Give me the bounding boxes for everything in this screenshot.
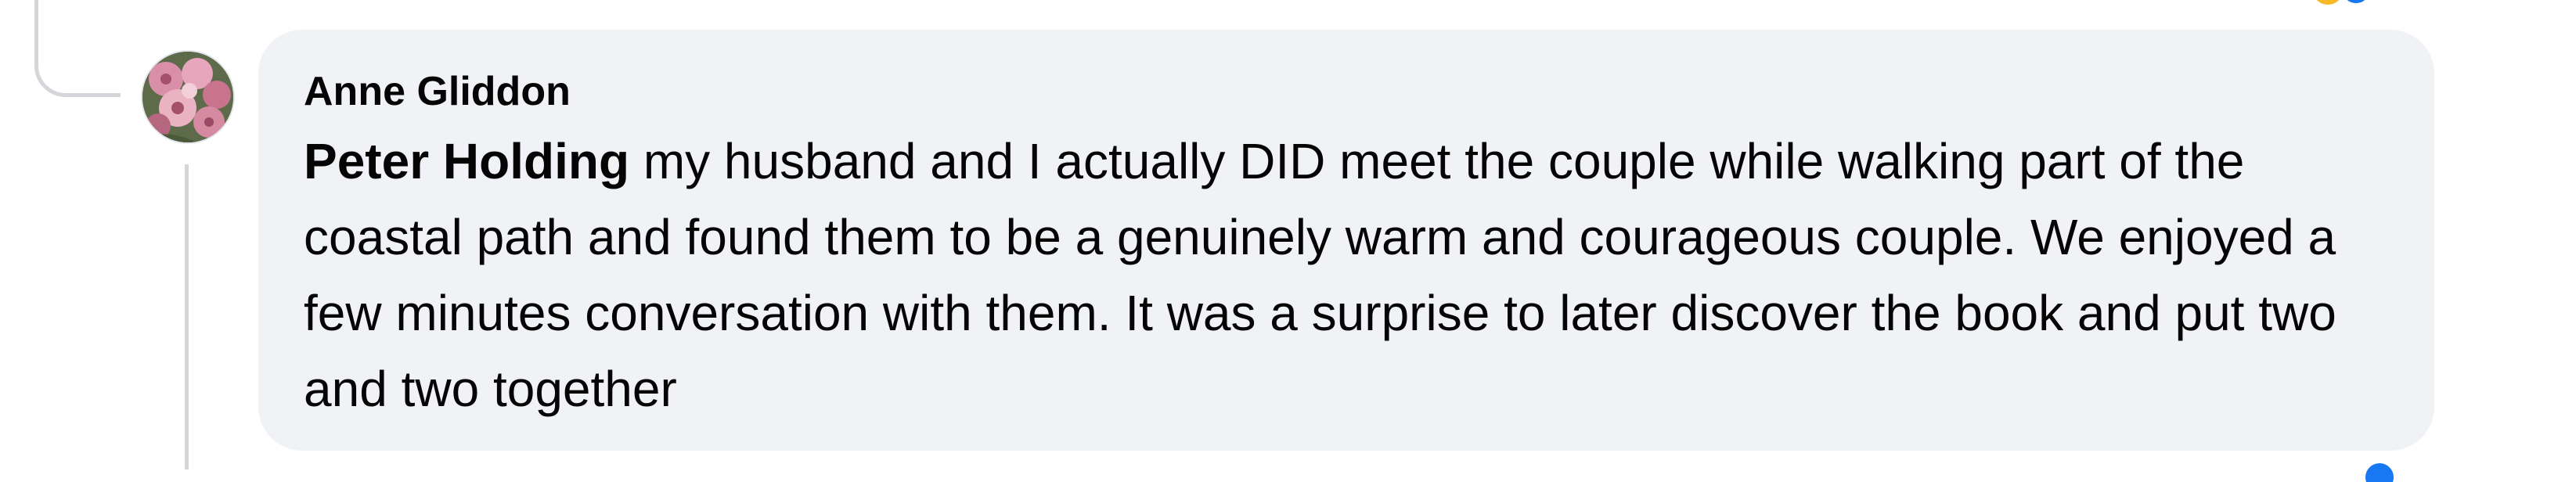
comment-bubble: Anne Gliddon Peter Holding my husband an…	[258, 30, 2434, 451]
comment-text: Peter Holding my husband and I actually …	[304, 124, 2394, 427]
mention-tag[interactable]: Peter Holding	[304, 133, 629, 189]
haha-reaction-icon	[2316, 0, 2340, 5]
comment-author[interactable]: Anne Gliddon	[304, 66, 2394, 117]
like-reaction-icon[interactable]	[2356, 459, 2403, 482]
profile-photo-icon	[142, 52, 233, 142]
thread-connector	[34, 27, 121, 97]
thread-line-replies	[185, 164, 189, 469]
reaction-icons[interactable]	[2309, 0, 2380, 9]
like-reaction-icon	[2343, 0, 2369, 6]
avatar[interactable]	[141, 50, 235, 144]
